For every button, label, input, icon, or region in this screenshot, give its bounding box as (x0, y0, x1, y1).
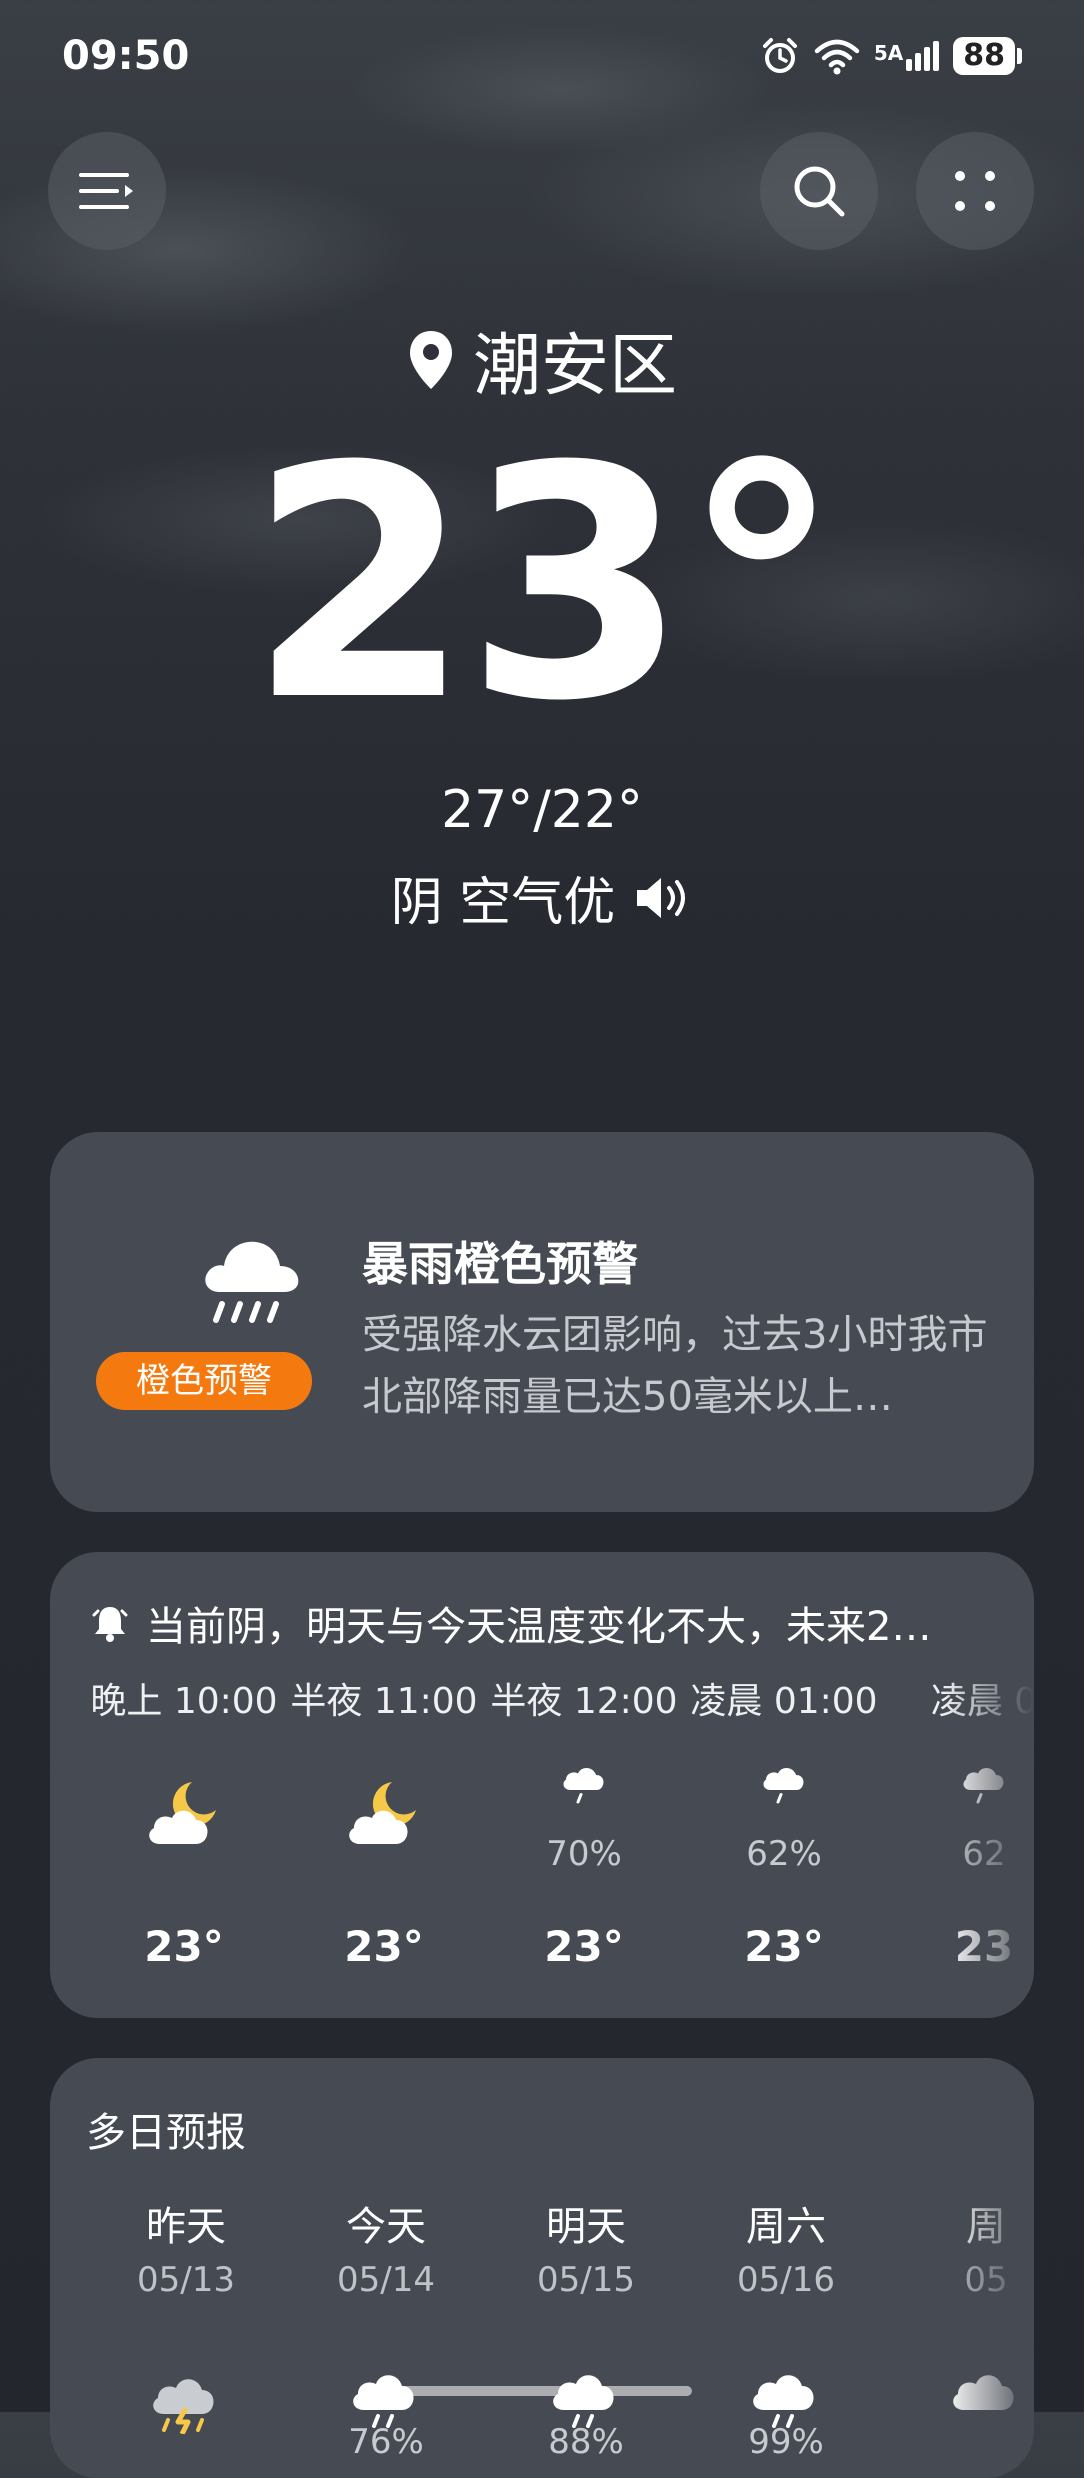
hour-temperature: 23° (544, 1922, 624, 1971)
day-name: 周六 (746, 2204, 826, 2250)
moon-cloud-icon (149, 1782, 216, 1844)
speaker-icon[interactable] (633, 874, 693, 922)
status-bar: 09:50 5A 88 (62, 28, 1022, 84)
location-header[interactable]: 潮安区 (0, 310, 1084, 409)
day-name: 今天 (346, 2204, 426, 2250)
precipitation-chance: 62 (962, 1834, 1006, 1874)
daily-forecast-card[interactable]: 多日预报 昨天 05/13 今天 05/14 76% 明天 05/15 88% … (50, 2058, 1034, 2478)
hour-temperature: 23° (344, 1922, 424, 1971)
hourly-item: 凌晨 01:00 62% 23° (684, 1672, 884, 1971)
day-date: 05/14 (337, 2260, 435, 2300)
search-button[interactable] (760, 132, 878, 250)
hourly-item: 半夜 12:00 70% 23° (484, 1672, 684, 1971)
forecast-summary: 当前阴，明天与今天温度变化不大，未来2… (92, 1594, 1004, 1652)
condition-line: 阴 空气优 (0, 860, 1084, 935)
location-pin-icon (409, 330, 452, 389)
wifi-icon (814, 39, 860, 75)
hour-temperature: 23° (744, 1922, 824, 1971)
grid-dots-icon (955, 171, 995, 211)
menu-button[interactable] (48, 132, 166, 250)
alert-description: 受强降水云团影响，过去3小时我市北部降雨量已达50毫米以上… (362, 1312, 988, 1420)
day-date: 05/15 (537, 2260, 635, 2300)
more-button[interactable] (916, 132, 1034, 250)
day-name: 周 (966, 2204, 1006, 2250)
home-indicator[interactable] (392, 2386, 692, 2396)
alert-level-badge: 橙色预警 (96, 1352, 312, 1410)
precipitation-chance: 88% (548, 2422, 624, 2462)
rain-cloud-icon (963, 1768, 1004, 1804)
rain-cloud-icon (563, 1768, 604, 1804)
day-date: 05/13 (137, 2260, 235, 2300)
status-time: 09:50 (62, 33, 190, 79)
precipitation-chance: 62% (746, 1834, 822, 1874)
hourly-item: 凌晨 0 62 23 (884, 1672, 1034, 1971)
hour-time: 晚上 10:00 (90, 1681, 278, 1722)
rain-cloud-icon (953, 2375, 1014, 2410)
precipitation-chance: 70% (546, 1834, 622, 1874)
forecast-summary-text: 当前阴，明天与今天温度变化不大，未来2… (146, 1604, 932, 1650)
hourly-forecast-card[interactable]: 当前阴，明天与今天温度变化不大，未来2… 晚上 10:00 23° 半夜 11:… (50, 1552, 1034, 2018)
moon-cloud-icon (349, 1782, 416, 1844)
daily-item[interactable]: 周 05 (886, 2194, 1034, 2410)
precipitation-chance: 99% (748, 2422, 824, 2462)
day-name: 昨天 (146, 2204, 226, 2250)
high-low-temperature: 27°/22° (441, 780, 643, 840)
weather-alert-card[interactable]: 橙色预警 暴雨橙色预警 受强降水云团影响，过去3小时我市北部降雨量已达50毫米以… (50, 1132, 1034, 1512)
thunder-rain-icon (153, 2379, 214, 2434)
daily-item[interactable]: 周六 05/16 99% (686, 2194, 886, 2462)
rain-cloud-icon (763, 1768, 804, 1804)
battery-level: 88 (953, 37, 1015, 75)
status-icons: 5A 88 (760, 36, 1022, 76)
daily-item[interactable]: 明天 05/15 88% (486, 2194, 686, 2462)
battery-icon (1017, 48, 1022, 64)
alarm-icon (762, 38, 797, 73)
search-icon (794, 166, 845, 217)
network-type: 5A (873, 41, 904, 65)
bell-icon (92, 1607, 128, 1642)
precipitation-chance: 76% (348, 2422, 424, 2462)
daily-forecast-title: 多日预报 (86, 2110, 246, 2156)
cellular-signal-icon: 5A (873, 41, 940, 71)
day-date: 05 (964, 2260, 1008, 2300)
hour-time: 半夜 12:00 (490, 1681, 678, 1722)
condition-text: 阴 空气优 (390, 873, 616, 933)
daily-item[interactable]: 今天 05/14 76% (286, 2194, 486, 2462)
day-date: 05/16 (737, 2260, 835, 2300)
hour-temperature: 23° (144, 1922, 224, 1971)
hourly-item: 晚上 10:00 23° (84, 1672, 284, 1971)
daily-item[interactable]: 昨天 05/13 (86, 2194, 286, 2434)
hour-temperature: 23 (954, 1922, 1014, 1971)
hourly-item: 半夜 11:00 23° (284, 1672, 484, 1971)
hour-time: 凌晨 01:00 (690, 1681, 878, 1722)
day-name: 明天 (546, 2204, 626, 2250)
hour-time: 半夜 11:00 (290, 1681, 478, 1722)
alert-title: 暴雨橙色预警 (362, 1237, 638, 1291)
hourly-list[interactable]: 晚上 10:00 23° 半夜 11:00 23° 半夜 12:00 70% 2… (50, 1672, 1034, 1992)
location-name: 潮安区 (472, 327, 677, 406)
heavy-rain-icon (205, 1241, 299, 1323)
hour-time: 凌晨 0 (930, 1681, 1034, 1722)
current-temperature: 23° (248, 399, 841, 771)
menu-icon (79, 173, 133, 209)
